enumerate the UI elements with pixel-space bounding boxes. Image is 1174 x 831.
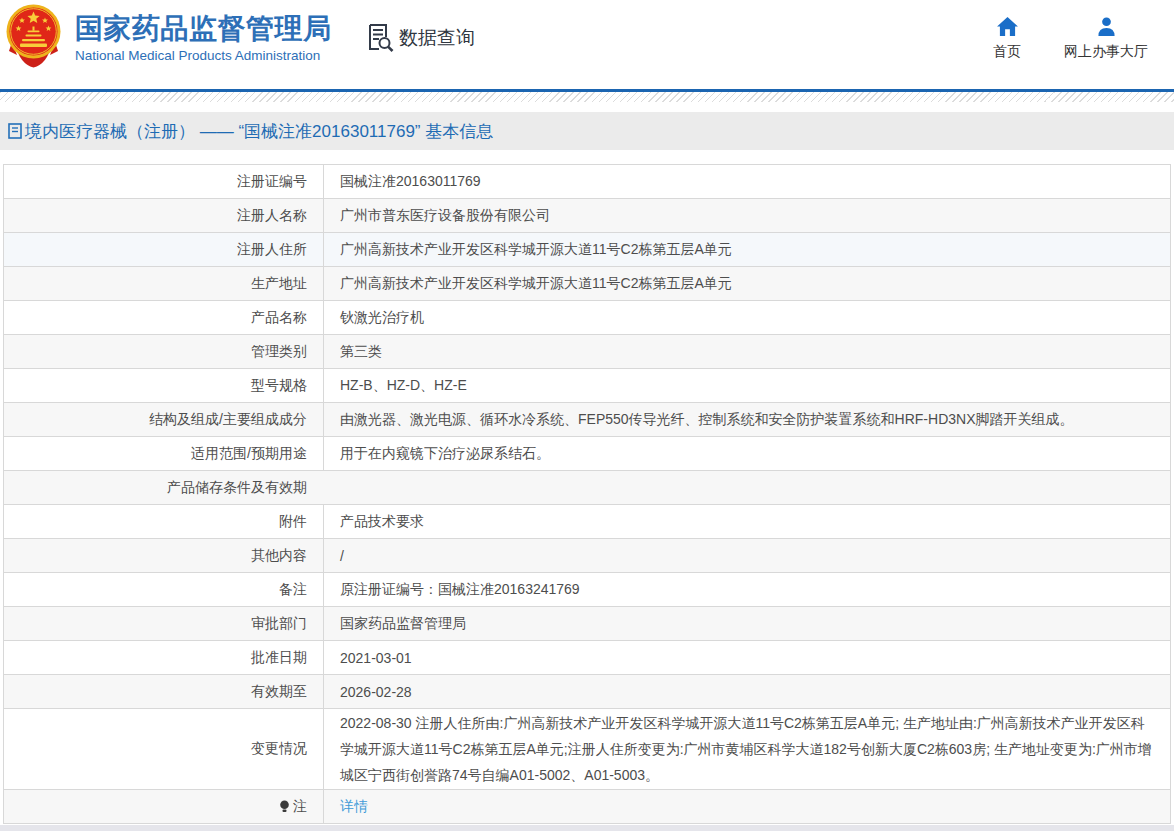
- row-label: 注: [4, 790, 323, 823]
- table-row: 产品名称钬激光治疗机: [4, 301, 1170, 335]
- national-emblem-logo: [5, 2, 62, 68]
- info-table: 注册证编号国械注准20163011769注册人名称广州市普东医疗设备股份有限公司…: [3, 164, 1171, 824]
- page-title: 境内医疗器械（注册） —— “国械注准20163011769” 基本信息: [25, 120, 493, 143]
- row-value: 国家药品监督管理局: [323, 607, 1170, 640]
- bulb-icon: [279, 800, 290, 813]
- row-value: 广州市普东医疗设备股份有限公司: [323, 199, 1170, 232]
- row-label: 产品名称: [4, 301, 323, 334]
- row-label: 注册证编号: [4, 165, 323, 198]
- row-label: 结构及组成/主要组成成分: [4, 403, 323, 436]
- row-value: HZ-B、HZ-D、HZ-E: [323, 369, 1170, 402]
- row-value: 国械注准20163011769: [323, 165, 1170, 198]
- nav-hall-label: 网上办事大厅: [1064, 43, 1148, 61]
- bottom-strip: [0, 825, 1174, 831]
- brand-title-en: National Medical Products Administration: [75, 48, 332, 63]
- user-icon: [1096, 17, 1117, 36]
- brand: 国家药品监督管理局 National Medical Products Admi…: [75, 12, 332, 63]
- row-label: 型号规格: [4, 369, 323, 402]
- page-title-band: 境内医疗器械（注册） —— “国械注准20163011769” 基本信息: [0, 112, 1174, 150]
- table-row: 型号规格HZ-B、HZ-D、HZ-E: [4, 369, 1170, 403]
- nav-hall[interactable]: 网上办事大厅: [1041, 17, 1171, 61]
- data-query[interactable]: 数据查询: [367, 23, 475, 52]
- row-value: 由激光器、激光电源、循环水冷系统、FEP550传导光纤、控制系统和安全防护装置系…: [323, 403, 1170, 436]
- row-value: 2022-08-30 注册人住所由:广州高新技术产业开发区科学城开源大道11号C…: [323, 709, 1170, 789]
- row-label: 有效期至: [4, 675, 323, 708]
- table-row: 其他内容/: [4, 539, 1170, 573]
- table-row: 注册人住所广州高新技术产业开发区科学城开源大道11号C2栋第五层A单元: [4, 233, 1170, 267]
- row-label: 生产地址: [4, 267, 323, 300]
- nav-home-label: 首页: [993, 43, 1021, 61]
- table-row: 变更情况2022-08-30 注册人住所由:广州高新技术产业开发区科学城开源大道…: [4, 709, 1170, 790]
- table-row: 审批部门国家药品监督管理局: [4, 607, 1170, 641]
- row-value: 用于在内窥镜下治疗泌尿系结石。: [323, 437, 1170, 470]
- table-row: 生产地址广州高新技术产业开发区科学城开源大道11号C2栋第五层A单元: [4, 267, 1170, 301]
- table-row: 产品储存条件及有效期: [4, 471, 1170, 505]
- row-value: /: [323, 539, 1170, 572]
- table-row: 注详情: [4, 790, 1170, 823]
- row-value: 广州高新技术产业开发区科学城开源大道11号C2栋第五层A单元: [323, 233, 1170, 266]
- table-row: 注册人名称广州市普东医疗设备股份有限公司: [4, 199, 1170, 233]
- row-label: 其他内容: [4, 539, 323, 572]
- row-value: 2021-03-01: [323, 641, 1170, 674]
- header: 国家药品监督管理局 National Medical Products Admi…: [0, 0, 1174, 89]
- table-row: 适用范围/预期用途用于在内窥镜下治疗泌尿系结石。: [4, 437, 1170, 471]
- table-row: 管理类别第三类: [4, 335, 1170, 369]
- table-row: 注册证编号国械注准20163011769: [4, 165, 1170, 199]
- row-label: 备注: [4, 573, 323, 606]
- row-label: 注册人名称: [4, 199, 323, 232]
- nav-home[interactable]: 首页: [977, 17, 1037, 61]
- data-query-icon: [367, 23, 394, 52]
- home-icon: [997, 17, 1018, 36]
- row-value: 广州高新技术产业开发区科学城开源大道11号C2栋第五层A单元: [323, 267, 1170, 300]
- row-label: 变更情况: [4, 709, 323, 789]
- row-label: 批准日期: [4, 641, 323, 674]
- row-label: 附件: [4, 505, 323, 538]
- detail-link[interactable]: 详情: [340, 798, 368, 816]
- row-value: 详情: [323, 790, 1170, 823]
- row-value: 钬激光治疗机: [323, 301, 1170, 334]
- row-label: 适用范围/预期用途: [4, 437, 323, 470]
- row-label: 审批部门: [4, 607, 323, 640]
- row-value: 2026-02-28: [323, 675, 1170, 708]
- row-label: 注册人住所: [4, 233, 323, 266]
- row-value: 第三类: [323, 335, 1170, 368]
- row-label: 管理类别: [4, 335, 323, 368]
- row-value: 产品技术要求: [323, 505, 1170, 538]
- table-row: 备注原注册证编号：国械注准20163241769: [4, 573, 1170, 607]
- brand-title-cn: 国家药品监督管理局: [75, 12, 332, 46]
- document-icon: [8, 123, 22, 139]
- table-row: 附件产品技术要求: [4, 505, 1170, 539]
- data-query-label: 数据查询: [399, 25, 475, 51]
- row-label: 产品储存条件及有效期: [4, 471, 323, 504]
- hatch-stripe: [0, 92, 1174, 102]
- row-value: 原注册证编号：国械注准20163241769: [323, 573, 1170, 606]
- row-value: [323, 471, 1170, 504]
- table-row: 批准日期2021-03-01: [4, 641, 1170, 675]
- table-row: 有效期至2026-02-28: [4, 675, 1170, 709]
- table-row: 结构及组成/主要组成成分由激光器、激光电源、循环水冷系统、FEP550传导光纤、…: [4, 403, 1170, 437]
